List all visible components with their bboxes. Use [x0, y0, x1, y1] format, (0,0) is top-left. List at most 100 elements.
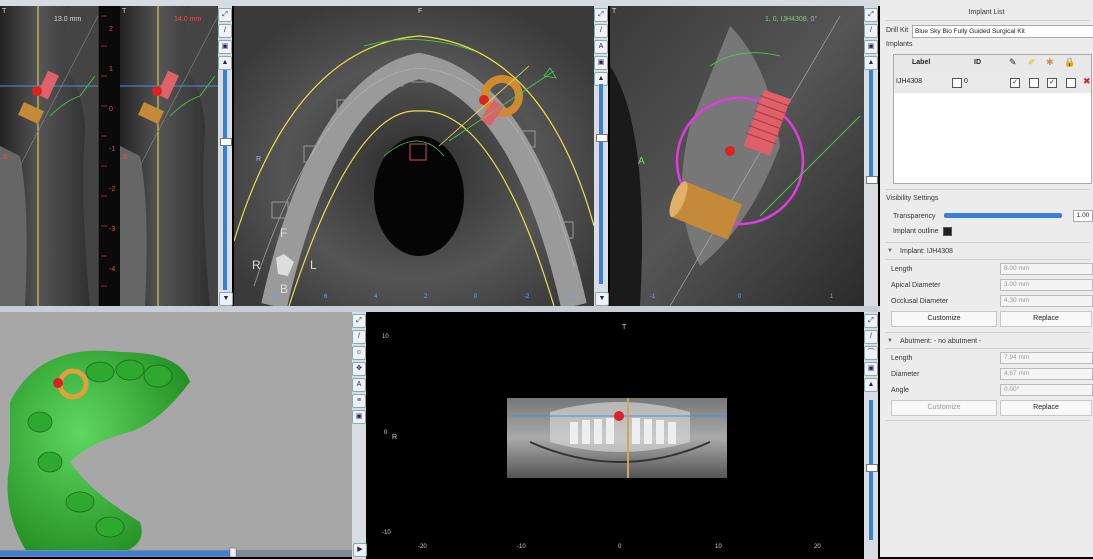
- cross-slice-slider[interactable]: [223, 70, 227, 290]
- tool-screenshot-icon[interactable]: ▣: [218, 40, 232, 54]
- pano-y-tick: 0: [384, 430, 388, 436]
- cross-slider-thumb[interactable]: [220, 138, 232, 146]
- ab-diameter-field[interactable]: 4.67 mm: [1000, 368, 1093, 380]
- pano-up-icon[interactable]: ▲: [864, 378, 878, 392]
- 3d-next-icon[interactable]: ▶: [353, 543, 367, 557]
- length-value: 8.00 mm: [1004, 265, 1030, 272]
- header-lock-icon[interactable]: 🔒: [1064, 57, 1075, 68]
- cross-section-view-1[interactable]: T 13.0 mm B: [0, 6, 98, 306]
- axial-view[interactable]: F R F R L B 8 6 4 2 0 -2 -4: [234, 6, 594, 306]
- pano-x-tick: -20: [418, 544, 427, 550]
- header-highlight-icon[interactable]: ✐: [1028, 57, 1036, 68]
- tool-maximize-icon[interactable]: ⤢: [218, 8, 232, 22]
- pano-x-tick: 20: [814, 544, 821, 550]
- ab-angle-value: 0.00°: [1004, 386, 1020, 393]
- tangential-screenshot-icon[interactable]: ▣: [864, 40, 878, 54]
- cross-scroll-down-icon[interactable]: ▼: [219, 292, 233, 306]
- 3d-head-icon[interactable]: ☺: [352, 346, 366, 360]
- axial-r-tick: R: [256, 156, 262, 163]
- implant-highlight-checkbox[interactable]: [1029, 78, 1039, 88]
- customize-button[interactable]: Customize: [891, 311, 997, 327]
- implants-table[interactable]: Label ID ✎ ✐ ✱ 🔒 IJH4308 0 ✓ ✓ ✖: [893, 54, 1092, 184]
- transparency-value-field[interactable]: 1.00: [1073, 210, 1093, 222]
- panel-bottom-divider: [885, 420, 1090, 421]
- implant-collapse-icon[interactable]: ▼: [887, 248, 893, 254]
- drill-kit-select[interactable]: Blue Sky Bio Fully Guided Surgical Kit: [912, 25, 1093, 38]
- tangential-tick: -1: [650, 294, 656, 300]
- abutment-header-line: [885, 348, 1090, 349]
- implants-label: Implants: [886, 41, 913, 48]
- transparency-label: Transparency: [893, 213, 936, 220]
- axial-screenshot-icon[interactable]: ▣: [594, 56, 608, 70]
- tangential-top-label: T: [612, 8, 617, 15]
- implant-outline-checkbox[interactable]: [943, 227, 952, 236]
- occlusal-label: Occlusal Diameter: [891, 298, 949, 305]
- tangential-slice-slider[interactable]: [869, 70, 873, 180]
- ab-replace-button[interactable]: Replace: [1000, 400, 1092, 416]
- cross1-top-label: T: [2, 8, 7, 15]
- pano-maximize-icon[interactable]: ⤢: [864, 314, 878, 328]
- tool-measure-icon[interactable]: /: [218, 24, 232, 38]
- ab-angle-label: Angle: [891, 387, 909, 394]
- 3d-view-icon[interactable]: ✥: [352, 362, 366, 376]
- axial-scroll-down-icon[interactable]: ▼: [595, 292, 609, 306]
- pano-curve-icon[interactable]: ⌒: [864, 346, 878, 360]
- ab-length-field[interactable]: 7.94 mm: [1000, 352, 1093, 364]
- implant-lock-checkbox[interactable]: [1066, 78, 1076, 88]
- pano-x-tick: -10: [517, 544, 526, 550]
- implant-header-line: [885, 259, 1090, 260]
- apical-field[interactable]: 3.00 mm: [1000, 279, 1093, 291]
- pano-top-label: T: [622, 324, 627, 331]
- ruler1-tick: 2: [109, 26, 113, 33]
- axial-text-icon[interactable]: A: [594, 40, 608, 54]
- implant-section-divider: [885, 242, 1090, 243]
- header-label[interactable]: Label: [912, 59, 930, 66]
- ab-replace-label: Replace: [1033, 404, 1059, 411]
- tangential-measure-icon[interactable]: /: [864, 24, 878, 38]
- pano-screenshot-icon[interactable]: ▣: [864, 362, 878, 376]
- 3d-text-icon[interactable]: A: [352, 378, 366, 392]
- length-label: Length: [891, 266, 913, 273]
- axial-measure-icon[interactable]: /: [594, 24, 608, 38]
- ab-customize-button[interactable]: Customize: [891, 400, 997, 416]
- header-tooth-icon[interactable]: ✱: [1046, 57, 1054, 68]
- 3d-maximize-icon[interactable]: ⤢: [352, 314, 366, 328]
- delete-implant-icon[interactable]: ✖: [1083, 76, 1091, 87]
- header-drill-icon[interactable]: ✎: [1009, 57, 1017, 68]
- customize-label: Customize: [927, 315, 961, 322]
- occlusal-field[interactable]: 4.30 mm: [1000, 295, 1093, 307]
- 3d-model-view[interactable]: [0, 312, 352, 557]
- 3d-measure-icon[interactable]: /: [352, 330, 366, 344]
- panoramic-view[interactable]: T R 10 0 -10 -20 -10 0 10 20: [370, 312, 864, 557]
- axial-tick: 6: [324, 294, 328, 300]
- implant-row-id-checkbox[interactable]: [952, 78, 962, 88]
- tangential-view[interactable]: T 1, 0, IJH4308, 0° A -1 0 1: [610, 6, 864, 306]
- abutment-collapse-icon[interactable]: ▼: [887, 338, 893, 344]
- tangential-maximize-icon[interactable]: ⤢: [864, 8, 878, 22]
- axial-image: [234, 6, 594, 306]
- 3d-layers-icon[interactable]: ≡: [352, 394, 366, 408]
- implant-visible-checkbox[interactable]: ✓: [1010, 78, 1020, 88]
- replace-button[interactable]: Replace: [1000, 311, 1092, 327]
- axial-maximize-icon[interactable]: ⤢: [594, 8, 608, 22]
- length-field[interactable]: 8.00 mm: [1000, 263, 1093, 275]
- implant-tooth-checkbox[interactable]: ✓: [1047, 78, 1057, 88]
- transparency-slider[interactable]: [944, 213, 1062, 218]
- axial-slice-slider[interactable]: [599, 84, 603, 284]
- tangential-up-icon[interactable]: ▲: [864, 56, 878, 70]
- 3d-screenshot-icon[interactable]: ▣: [352, 410, 366, 424]
- axial-tick: -4: [569, 294, 575, 300]
- tangential-slider-thumb[interactable]: [866, 176, 878, 184]
- ab-diameter-value: 4.67 mm: [1004, 370, 1030, 377]
- axial-slider-thumb[interactable]: [596, 134, 608, 142]
- pano-slider-thumb[interactable]: [866, 464, 878, 472]
- cross-section-view-2[interactable]: T 14.0 mm B: [120, 6, 218, 306]
- header-id[interactable]: ID: [974, 59, 981, 66]
- tangential-image: [610, 6, 864, 306]
- pano-measure-icon[interactable]: /: [864, 330, 878, 344]
- table-row[interactable]: IJH4308 0 ✓ ✓ ✖: [894, 71, 1091, 93]
- ab-angle-field[interactable]: 0.00°: [1000, 384, 1093, 396]
- axial-orient-r: R: [252, 258, 261, 272]
- tool-up-icon[interactable]: ▲: [218, 56, 232, 70]
- pano-x-tick: 10: [715, 544, 722, 550]
